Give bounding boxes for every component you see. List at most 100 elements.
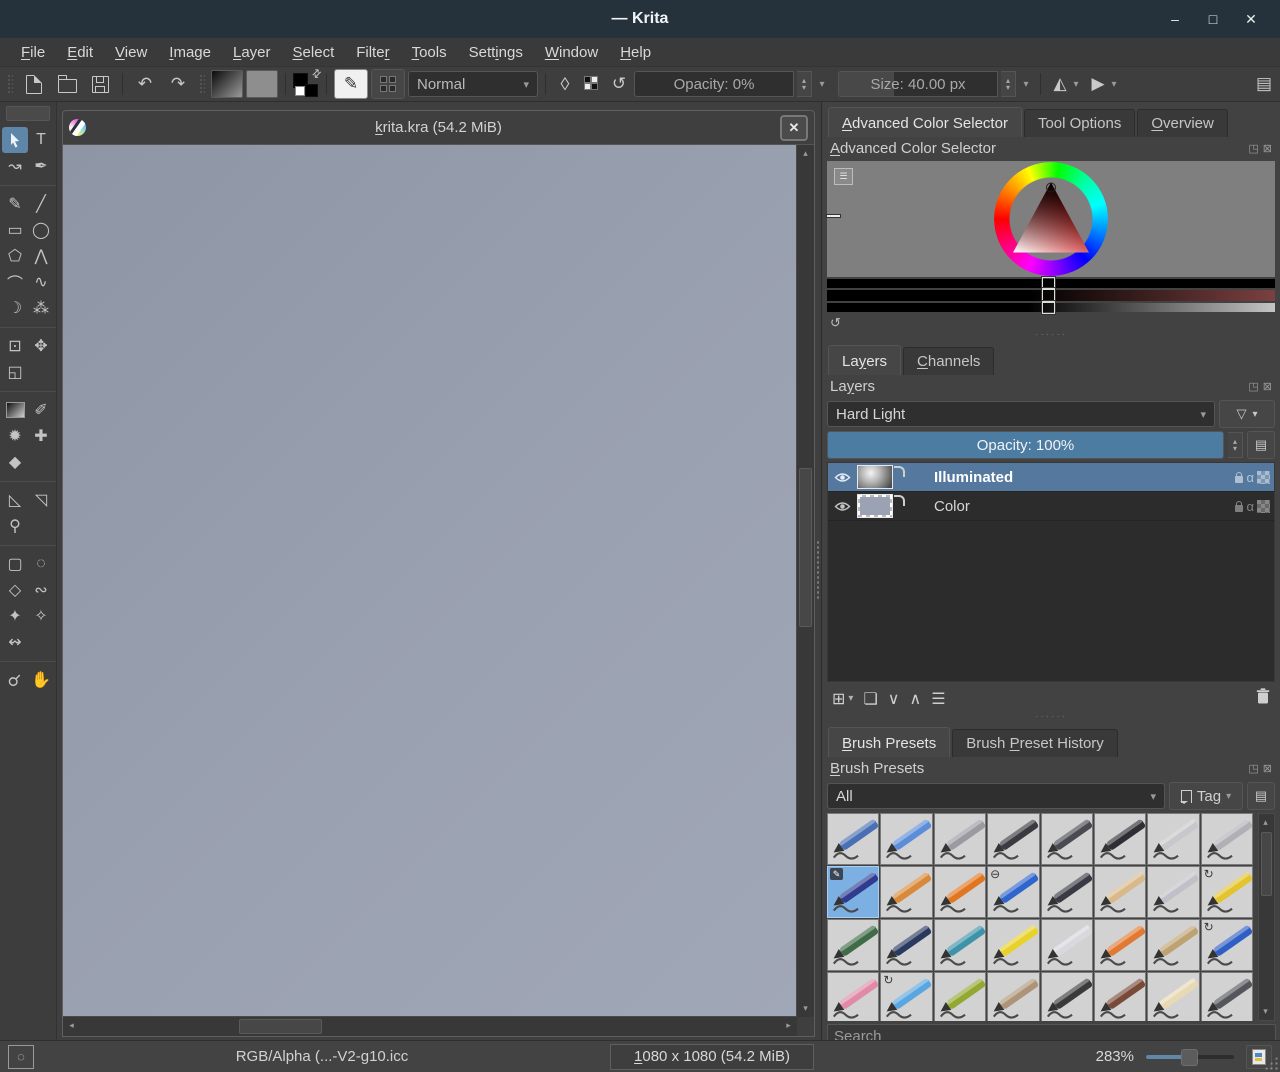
- size-spinner[interactable]: ▴▾: [1001, 71, 1016, 97]
- polygon-tool[interactable]: ⬠: [2, 243, 28, 269]
- brush-preset-tile[interactable]: [1094, 813, 1146, 865]
- brush-preset-tile[interactable]: [934, 919, 986, 971]
- opacity-slider[interactable]: Opacity: 0%: [634, 71, 794, 97]
- brush-preset-tile[interactable]: [1041, 972, 1093, 1021]
- assistants-tool[interactable]: ◺: [2, 487, 28, 513]
- sv-triangle[interactable]: [1005, 177, 1097, 262]
- colorize-mask-tool[interactable]: ✹: [2, 423, 28, 449]
- ellipse-tool[interactable]: ◯: [28, 217, 54, 243]
- docker-splitter[interactable]: ······: [822, 713, 1280, 722]
- polyline-tool[interactable]: ⋀: [28, 243, 54, 269]
- fill-tool[interactable]: ◆: [2, 449, 28, 475]
- brush-preset-tile[interactable]: [1041, 813, 1093, 865]
- brush-preset-tile[interactable]: [1201, 972, 1253, 1021]
- crop-tool[interactable]: ◱: [2, 359, 28, 385]
- pattern-chooser-button[interactable]: [246, 70, 278, 98]
- brush-preset-tile[interactable]: [1041, 866, 1093, 918]
- brush-preset-tile[interactable]: ⊖: [987, 866, 1039, 918]
- undo-button[interactable]: ↶: [130, 70, 160, 98]
- mirror-horizontal-button[interactable]: ◭: [1048, 70, 1072, 98]
- brush-preset-tile[interactable]: [1147, 866, 1199, 918]
- maximize-button[interactable]: □: [1194, 0, 1232, 38]
- zoom-tool[interactable]: ⚲: [2, 667, 28, 693]
- scroll-down-icon[interactable]: ▾: [797, 1000, 814, 1017]
- shade-bar-2[interactable]: [827, 290, 1275, 301]
- menu-item-image[interactable]: Image: [158, 41, 222, 64]
- menu-item-select[interactable]: Select: [282, 41, 346, 64]
- size-slider[interactable]: Size: 40.00 px: [838, 71, 998, 97]
- smart-patch-tool[interactable]: ✚: [28, 423, 54, 449]
- opacity-spinner[interactable]: ▴▾: [797, 71, 812, 97]
- menu-item-settings[interactable]: Settings: [458, 41, 534, 64]
- brush-preset-tile[interactable]: [1147, 919, 1199, 971]
- hue-marker[interactable]: [826, 214, 841, 218]
- magnetic-select-tool[interactable]: ↭: [2, 629, 28, 655]
- brush-preset-tile[interactable]: [934, 866, 986, 918]
- advanced-color-selector[interactable]: ☰: [827, 161, 1275, 277]
- float-docker-icon[interactable]: ◳: [1248, 380, 1258, 393]
- freehand-path-tool[interactable]: ∿: [28, 269, 54, 295]
- sv-cursor[interactable]: [1046, 183, 1056, 193]
- reload-original-preset-button[interactable]: ↺: [607, 70, 631, 98]
- menu-item-filter[interactable]: Filter: [345, 41, 400, 64]
- selection-display-mode-button[interactable]: ◌: [8, 1045, 34, 1069]
- float-docker-icon[interactable]: ◳: [1248, 762, 1258, 775]
- brush-preset-tile[interactable]: [1147, 972, 1199, 1021]
- delete-layer-button[interactable]: [1256, 688, 1270, 709]
- menu-item-tools[interactable]: Tools: [401, 41, 458, 64]
- move-layer-down-button[interactable]: ∨: [888, 689, 900, 709]
- scroll-right-icon[interactable]: ▸: [780, 1017, 797, 1034]
- select-shapes-tool[interactable]: [2, 127, 28, 153]
- layer-view-options-button[interactable]: ▤: [1247, 431, 1275, 459]
- menu-item-view[interactable]: View: [104, 41, 158, 64]
- brush-preset-tile[interactable]: [880, 919, 932, 971]
- brush-preset-tile[interactable]: [827, 813, 879, 865]
- tab-advanced-color-selector[interactable]: Advanced Color Selector: [828, 107, 1022, 137]
- canvas[interactable]: [63, 145, 797, 1017]
- blending-mode-combo[interactable]: Normal ▾: [408, 71, 538, 97]
- opacity-options-arrow[interactable]: ▾: [815, 71, 829, 97]
- foreground-background-colors[interactable]: ⇄: [293, 71, 319, 97]
- color-sampler-tool[interactable]: ✐: [28, 397, 54, 423]
- lock-icon[interactable]: [1235, 476, 1243, 483]
- close-docker-icon[interactable]: ⊠: [1263, 762, 1272, 775]
- tab-overview[interactable]: Overview: [1137, 109, 1228, 137]
- alpha-lock-icon[interactable]: α: [1246, 499, 1254, 514]
- canvas-horizontal-scrollbar[interactable]: ◂ ▸: [63, 1016, 797, 1036]
- duplicate-layer-button[interactable]: ❏: [863, 689, 877, 709]
- close-button[interactable]: ✕: [1232, 0, 1270, 38]
- brush-preset-tile[interactable]: [1094, 919, 1146, 971]
- layer-name[interactable]: Color: [910, 498, 1230, 515]
- document-titlebar[interactable]: krita.kra (54.2 MiB) ✕: [63, 111, 814, 145]
- canvas-size-label[interactable]: 1080 x 1080 (54.2 MiB): [610, 1044, 814, 1070]
- zoom-slider[interactable]: [1146, 1046, 1234, 1068]
- layer-row-color[interactable]: Color α: [828, 492, 1274, 521]
- brush-preset-tile[interactable]: [934, 972, 986, 1021]
- menu-item-layer[interactable]: Layer: [222, 41, 282, 64]
- preserve-alpha-button[interactable]: [580, 70, 604, 98]
- multibrush-tool[interactable]: ⁂: [28, 295, 54, 321]
- rect-select-tool[interactable]: ▢: [2, 551, 28, 577]
- toolbox-drag-handle[interactable]: [6, 106, 50, 121]
- line-tool[interactable]: ╱: [28, 191, 54, 217]
- menu-item-window[interactable]: Window: [534, 41, 609, 64]
- brush-preset-tile[interactable]: [934, 813, 986, 865]
- preset-scrollbar[interactable]: ▴ ▾: [1258, 813, 1275, 1021]
- similar-select-tool[interactable]: ✦: [2, 603, 28, 629]
- freehand-brush-tool[interactable]: ✎: [2, 191, 28, 217]
- preset-scroll-thumb[interactable]: [1261, 832, 1272, 896]
- menu-item-file[interactable]: File: [10, 41, 56, 64]
- edit-shapes-tool[interactable]: ↝: [2, 153, 28, 179]
- brush-preset-tile[interactable]: [827, 972, 879, 1021]
- layer-blend-mode-combo[interactable]: Hard Light ▾: [827, 401, 1215, 427]
- brush-preset-tile[interactable]: [987, 919, 1039, 971]
- open-document-button[interactable]: [52, 70, 82, 98]
- layer-properties-button[interactable]: ☰: [931, 689, 945, 709]
- brush-preset-tile[interactable]: [880, 866, 932, 918]
- edit-brush-settings-button[interactable]: ✎: [334, 69, 368, 99]
- freehand-select-tool[interactable]: ∾: [28, 577, 54, 603]
- document-close-button[interactable]: ✕: [780, 115, 808, 141]
- brush-preset-tile[interactable]: ↻: [1201, 919, 1253, 971]
- scroll-up-icon[interactable]: ▴: [797, 145, 814, 162]
- ellipse-select-tool[interactable]: ◌: [28, 551, 54, 577]
